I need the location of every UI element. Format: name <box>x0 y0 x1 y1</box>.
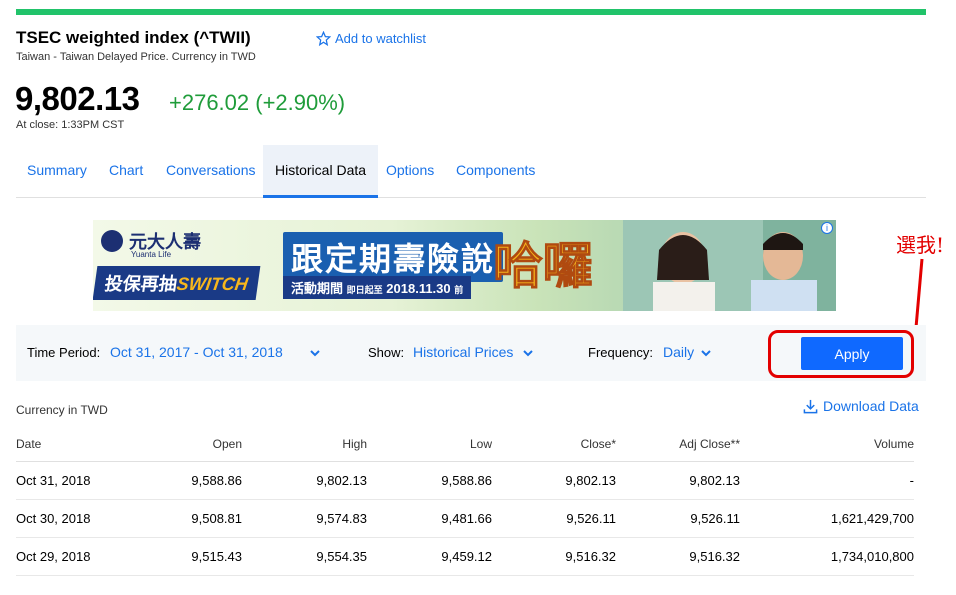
cell-close: 9,526.11 <box>492 499 616 538</box>
cell-date: Oct 29, 2018 <box>16 537 116 576</box>
cell-low: 9,588.86 <box>367 461 492 500</box>
frequency-label: Frequency: <box>588 345 654 360</box>
exchange-subtitle: Taiwan - Taiwan Delayed Price. Currency … <box>16 51 256 63</box>
time-period-selector[interactable]: Oct 31, 2017 - Oct 31, 2018 <box>110 344 283 360</box>
cell-date: Oct 30, 2018 <box>16 499 116 538</box>
cell-high: 9,574.83 <box>242 499 367 538</box>
cell-adj-close: 9,516.32 <box>616 537 740 576</box>
show-label: Show: <box>368 345 405 360</box>
cell-low: 9,481.66 <box>367 499 492 538</box>
column-header-low: Low <box>367 428 492 462</box>
cell-adj-close: 9,802.13 <box>616 461 740 500</box>
cell-low: 9,459.12 <box>367 537 492 576</box>
show-selector[interactable]: Historical Prices <box>413 344 513 360</box>
tab-components[interactable]: Components <box>456 145 535 198</box>
tab-historical-data[interactable]: Historical Data <box>263 145 379 198</box>
cell-volume: 1,734,010,800 <box>740 537 914 576</box>
cell-open: 9,508.81 <box>116 499 242 538</box>
top-accent-bar <box>16 9 926 15</box>
page-title: TSEC weighted index (^TWII) <box>16 28 251 47</box>
quote-tabs: Summary Chart Conversations Historical D… <box>16 145 926 198</box>
cell-volume: 1,621,429,700 <box>740 499 914 538</box>
watchlist-label: Add to watchlist <box>335 31 427 46</box>
tab-options[interactable]: Options <box>386 145 434 198</box>
historical-prices-table: Date Open High Low Close* Adj Close** Vo… <box>16 428 914 576</box>
chevron-down-icon[interactable] <box>522 347 534 359</box>
table-header-row: Date Open High Low Close* Adj Close** Vo… <box>16 428 914 462</box>
cell-open: 9,515.43 <box>116 537 242 576</box>
apply-button[interactable]: Apply <box>801 337 903 370</box>
brand-mark-icon <box>101 230 123 252</box>
ad-subline: 活動期間 即日起至 2018.11.30 前 <box>283 276 472 299</box>
cell-high: 9,802.13 <box>242 461 367 500</box>
ad-tagline-highlight: SWITCH <box>175 274 250 294</box>
price-change: +276.02 (+2.90%) <box>169 90 346 115</box>
cell-close: 9,516.32 <box>492 537 616 576</box>
cell-open: 9,588.86 <box>116 461 242 500</box>
ad-subline-suffix: 前 <box>454 285 464 295</box>
chevron-down-icon[interactable] <box>700 347 712 359</box>
tab-conversations[interactable]: Conversations <box>166 145 256 198</box>
current-price: 9,802.13 <box>15 80 140 117</box>
star-icon <box>316 31 331 46</box>
column-header-close: Close* <box>492 428 616 462</box>
download-icon <box>803 399 818 413</box>
tab-chart[interactable]: Chart <box>109 145 143 198</box>
download-label: Download Data <box>823 398 919 414</box>
chevron-down-icon[interactable] <box>309 347 321 359</box>
table-row: Oct 30, 2018 9,508.81 9,574.83 9,481.66 … <box>16 499 914 538</box>
frequency-selector[interactable]: Daily <box>663 344 694 360</box>
cell-volume: - <box>740 461 914 500</box>
add-to-watchlist-button[interactable]: Add to watchlist <box>316 31 426 46</box>
currency-note: Currency in TWD <box>16 403 108 417</box>
ad-tagline: 投保再抽SWITCH <box>93 266 261 300</box>
ad-subline-small: 即日起至 <box>346 285 383 295</box>
ad-tagline-prefix: 投保再抽 <box>103 274 179 294</box>
download-data-link[interactable]: Download Data <box>803 398 919 414</box>
tab-summary[interactable]: Summary <box>27 145 87 198</box>
column-header-open: Open <box>116 428 242 462</box>
ad-info-icon[interactable]: i <box>821 222 833 234</box>
column-header-volume: Volume <box>740 428 914 462</box>
advertisement-banner[interactable]: 元大人壽 Yuanta Life 投保再抽SWITCH 跟定期壽險說 活動期間 … <box>93 220 836 311</box>
cell-date: Oct 31, 2018 <box>16 461 116 500</box>
cell-close: 9,802.13 <box>492 461 616 500</box>
ad-hero-text: 哈囉 <box>493 238 594 295</box>
ad-people-photo <box>623 220 836 311</box>
cell-high: 9,554.35 <box>242 537 367 576</box>
ad-brand-small: Yuanta Life <box>131 250 172 259</box>
table-row: Oct 29, 2018 9,515.43 9,554.35 9,459.12 … <box>16 537 914 576</box>
ad-subline-date: 2018.11.30 <box>386 281 451 296</box>
column-header-adj-close: Adj Close** <box>616 428 740 462</box>
ad-headline: 跟定期壽險說 <box>283 232 504 282</box>
column-header-high: High <box>242 428 367 462</box>
historical-controls-bar: Time Period: Oct 31, 2017 - Oct 31, 2018… <box>16 325 926 381</box>
annotation-text: 選我! <box>896 233 945 257</box>
close-time: At close: 1:33PM CST <box>16 119 125 131</box>
cell-adj-close: 9,526.11 <box>616 499 740 538</box>
table-row: Oct 31, 2018 9,588.86 9,802.13 9,588.86 … <box>16 461 914 500</box>
column-header-date: Date <box>16 428 116 462</box>
ad-subline-label: 活動期間 <box>291 281 344 296</box>
time-period-label: Time Period: <box>27 345 101 360</box>
